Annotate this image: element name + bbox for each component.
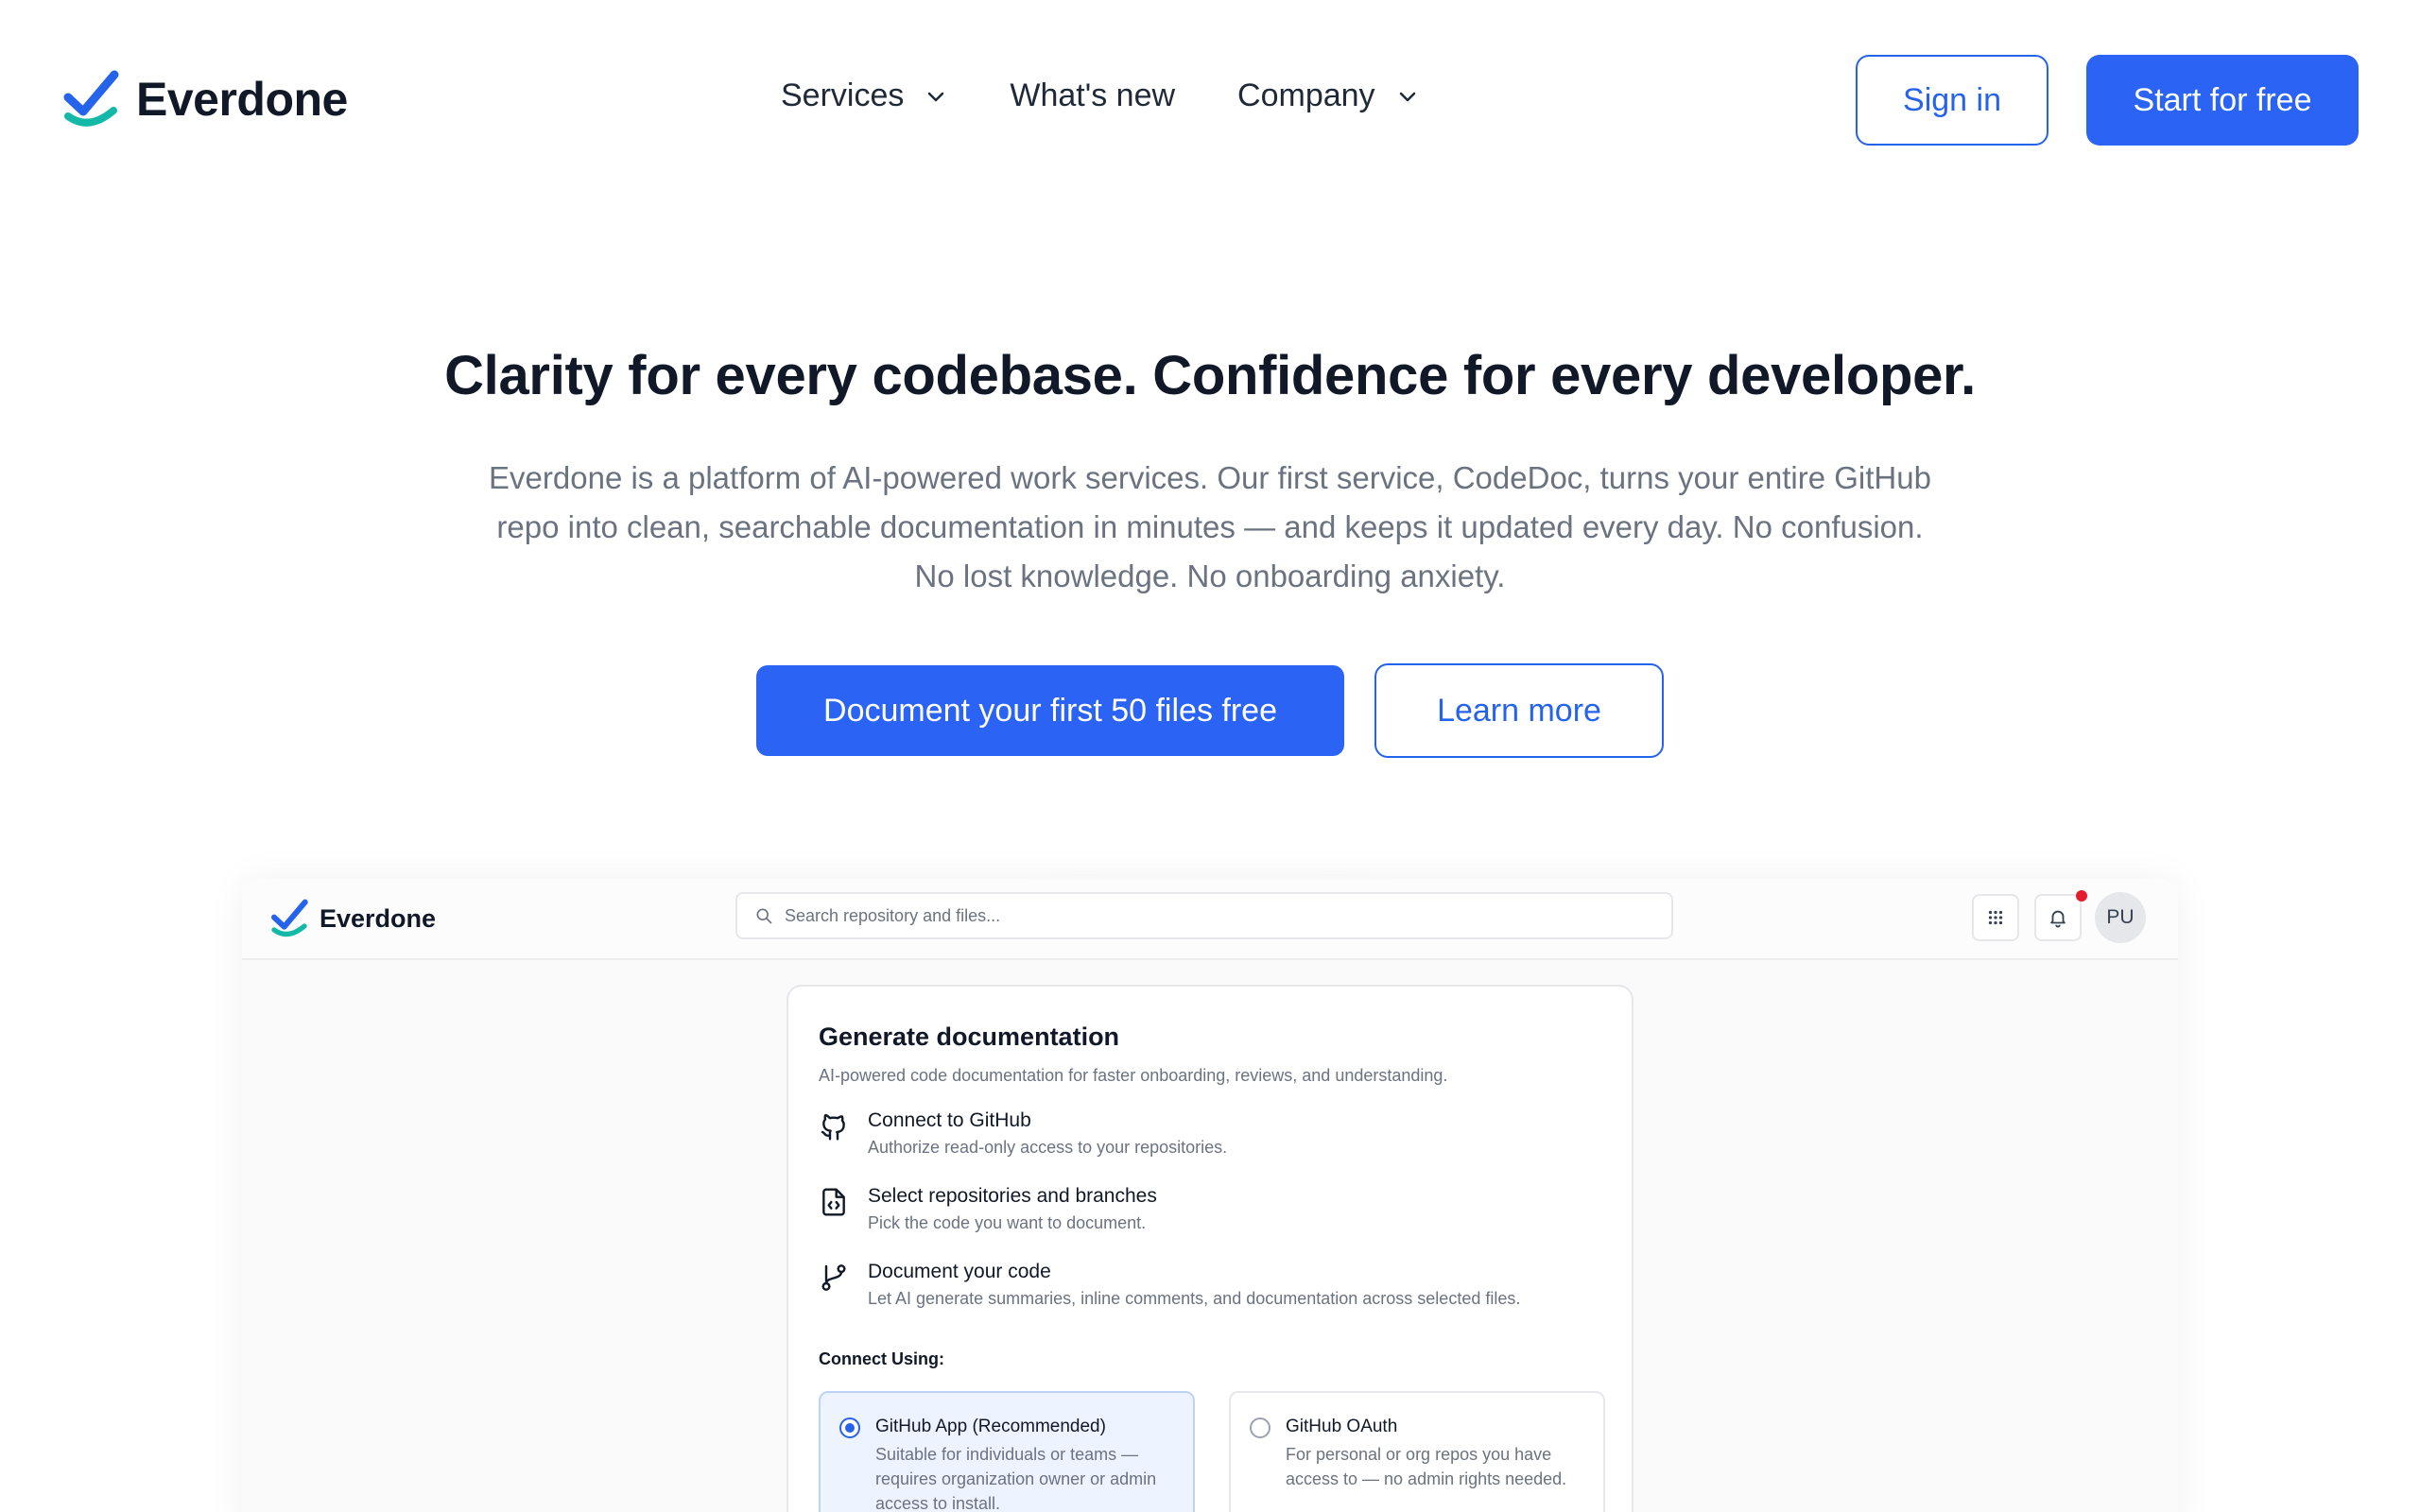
preview-header: Everdone Search repository and files... …: [242, 879, 2178, 960]
notifications-button[interactable]: [2034, 894, 2082, 941]
step-desc: Authorize read-only access to your repos…: [868, 1138, 1228, 1157]
bell-icon: [2050, 910, 2066, 928]
brand-name: Everdone: [136, 73, 348, 126]
option-desc: Suitable for individuals or teams — requ…: [875, 1445, 1157, 1512]
connect-using-label: Connect Using:: [819, 1349, 944, 1368]
check-logo-icon: [271, 899, 308, 937]
start-for-free-button[interactable]: Start for free: [2086, 55, 2359, 146]
chevron-down-icon: [928, 92, 944, 101]
step-desc: Let AI generate summaries, inline commen…: [868, 1289, 1521, 1308]
search-icon: [756, 908, 772, 924]
repository-search-input[interactable]: Search repository and files...: [735, 892, 1673, 939]
github-icon: [821, 1113, 845, 1141]
option-title: GitHub OAuth: [1286, 1417, 1398, 1436]
step-select-repos: Select repositories and branches Pick th…: [819, 1183, 1157, 1236]
file-code-icon: [822, 1188, 845, 1216]
step-title: Document your code: [868, 1261, 1051, 1282]
step-title: Select repositories and branches: [868, 1185, 1157, 1207]
github-oauth-option[interactable]: GitHub OAuth For personal or org repos y…: [1229, 1391, 1605, 1512]
nav-services-label: Services: [781, 77, 905, 113]
learn-more-button[interactable]: Learn more: [1374, 663, 1664, 758]
grid-icon: [1988, 910, 2003, 925]
sign-in-button[interactable]: Sign in: [1856, 55, 2048, 146]
card-title: Generate documentation: [819, 1022, 1120, 1051]
nav-company-label: Company: [1237, 77, 1375, 113]
radio-selected[interactable]: [839, 1418, 860, 1438]
github-app-option[interactable]: GitHub App (Recommended) Suitable for in…: [819, 1391, 1195, 1512]
preview-brand-logo[interactable]: Everdone: [270, 898, 436, 939]
avatar[interactable]: PU: [2095, 892, 2146, 943]
step-title: Connect to GitHub: [868, 1109, 1031, 1131]
nav-whats-new[interactable]: What's new: [1010, 77, 1175, 114]
git-branch-icon: [821, 1264, 846, 1291]
preview-brand-name: Everdone: [320, 903, 437, 933]
search-placeholder: Search repository and files...: [785, 905, 1001, 925]
notification-dot: [2076, 890, 2087, 902]
card-subtitle: AI-powered code documentation for faster…: [819, 1066, 1448, 1085]
option-desc: For personal or org repos you have acces…: [1286, 1445, 1567, 1488]
option-title: GitHub App (Recommended): [875, 1417, 1106, 1436]
step-desc: Pick the code you want to document.: [868, 1213, 1147, 1232]
nav-services[interactable]: Services: [781, 77, 947, 114]
check-logo-icon: [63, 70, 119, 127]
apps-grid-button[interactable]: [1972, 894, 2019, 941]
generate-docs-card: Generate documentation AI-powered code d…: [786, 985, 1634, 1512]
hero-subtitle: Everdone is a platform of AI-powered wor…: [489, 460, 1931, 593]
top-nav: Everdone Services What's new Company Sig…: [0, 0, 2420, 198]
main-menu: Services What's new Company: [781, 77, 1419, 114]
chevron-down-icon: [1399, 92, 1415, 101]
app-preview: Everdone Search repository and files... …: [242, 879, 2178, 1512]
step-connect-github: Connect to GitHub Authorize read-only ac…: [819, 1108, 1227, 1160]
brand-logo[interactable]: Everdone: [62, 68, 348, 130]
document-files-free-button[interactable]: Document your first 50 files free: [756, 665, 1344, 756]
radio-unselected[interactable]: [1250, 1418, 1270, 1438]
nav-company[interactable]: Company: [1237, 77, 1419, 114]
nav-whats-new-label: What's new: [1010, 77, 1176, 113]
step-document-code: Document your code Let AI generate summa…: [819, 1259, 1520, 1312]
hero-title: Clarity for every codebase. Confidence f…: [444, 345, 1976, 406]
